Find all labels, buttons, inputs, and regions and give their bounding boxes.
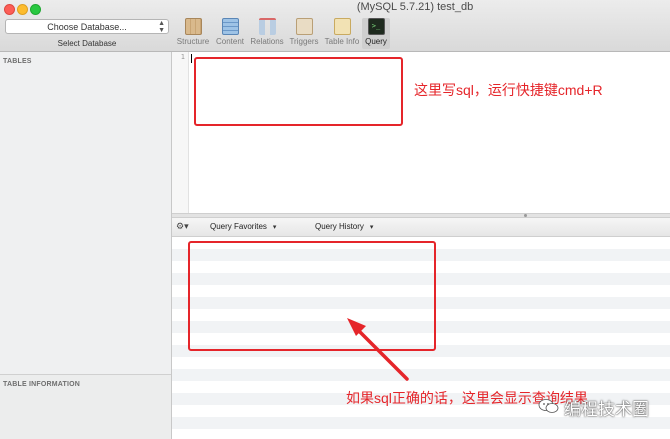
- wechat-icon: [538, 399, 559, 413]
- watermark-text: 编程技术圈: [564, 400, 649, 419]
- app-window: (MySQL 5.7.21) test_db Choose Database..…: [0, 0, 670, 439]
- annotation-arrow: [347, 318, 409, 381]
